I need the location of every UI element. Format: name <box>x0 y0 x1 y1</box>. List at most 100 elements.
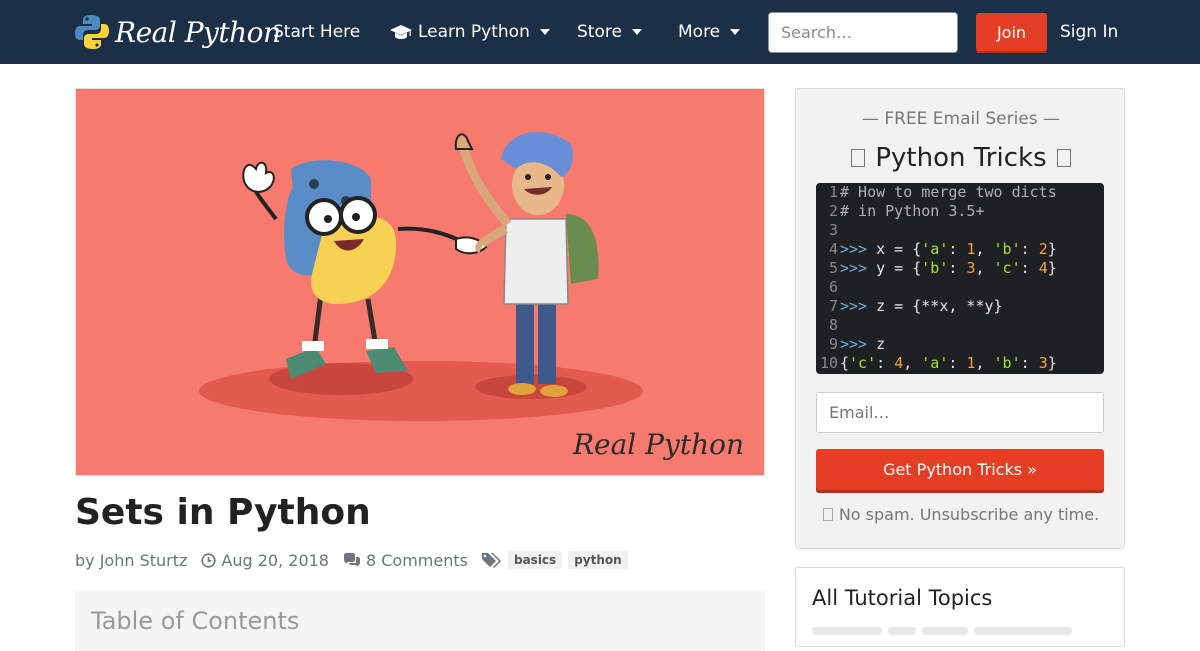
code-token: >>> <box>840 240 877 258</box>
comments-icon <box>343 552 360 567</box>
code-token: 3 <box>966 259 976 277</box>
graduation-cap-icon <box>390 25 412 39</box>
illustration-art <box>199 132 643 421</box>
tag-basics[interactable]: basics <box>507 551 563 569</box>
code-line: 6 <box>816 278 1104 297</box>
series-label: — FREE Email Series — <box>861 109 1061 129</box>
chevron-down-icon <box>730 29 741 35</box>
nav-store[interactable]: Store <box>577 0 642 64</box>
code-token: 'b' <box>993 354 1021 372</box>
toc-title: Table of Contents <box>91 607 300 635</box>
code-token: 1 <box>966 354 976 372</box>
line-number: 2 <box>828 202 838 220</box>
topic-pill[interactable] <box>812 627 882 635</box>
tutorial-topics-box: All Tutorial Topics <box>795 567 1125 647</box>
article-date: Aug 20, 2018 <box>221 550 329 570</box>
nav-start-here[interactable]: Start Here <box>273 0 360 64</box>
article-meta: by John Sturtz Aug 20, 2018 8 Comments b… <box>75 548 628 572</box>
code-token: 4 <box>894 354 904 372</box>
python-mascot <box>242 160 462 379</box>
python-tricks-heading: Python Tricks <box>796 143 1126 173</box>
code-line: 9 >>> z <box>816 335 1104 354</box>
code-token: 'a' <box>921 240 949 258</box>
nav-learn-python[interactable]: Learn Python <box>390 0 550 64</box>
code-token: z = {**x, **y} <box>876 297 1003 315</box>
python-logo-icon <box>75 15 109 49</box>
code-token: 'c' <box>849 354 877 372</box>
tags-icon <box>481 553 501 568</box>
code-line: 3 <box>816 221 1104 240</box>
code-token: : <box>1020 240 1039 258</box>
code-token: 'b' <box>993 240 1021 258</box>
code-token: { <box>840 354 850 372</box>
line-number: 8 <box>828 316 838 334</box>
code-token: : <box>948 259 967 277</box>
code-token: 1 <box>966 240 976 258</box>
article-title: Sets in Python <box>75 492 371 533</box>
get-python-tricks-button[interactable]: Get Python Tricks » <box>816 449 1104 490</box>
missing-glyph-icon <box>1056 149 1071 167</box>
search-input[interactable] <box>768 12 958 53</box>
table-of-contents: Table of Contents <box>75 591 765 651</box>
email-input[interactable] <box>816 392 1104 433</box>
topic-pill[interactable] <box>888 627 916 635</box>
line-number: 3 <box>828 221 838 239</box>
article-author[interactable]: by John Sturtz <box>75 551 187 570</box>
line-number: 4 <box>828 240 838 258</box>
line-number: 9 <box>828 335 838 353</box>
topics-title: All Tutorial Topics <box>812 586 993 610</box>
code-token: # How to merge two dicts <box>840 183 1057 201</box>
code-line: 4 >>> x = {'a': 1, 'b': 2} <box>816 240 1104 259</box>
code-line: 8 <box>816 316 1104 335</box>
chevron-down-icon <box>539 29 550 35</box>
code-token: 'c' <box>993 259 1021 277</box>
line-number: 1 <box>828 183 838 201</box>
code-token: z <box>876 335 886 353</box>
code-token: 'a' <box>921 354 949 372</box>
code-token: : <box>948 354 967 372</box>
code-token: , <box>975 259 994 277</box>
code-token: : <box>1020 259 1039 277</box>
code-line: 10{'c': 4, 'a': 1, 'b': 3} <box>816 354 1104 373</box>
code-token: >>> <box>840 259 877 277</box>
missing-glyph-icon <box>851 149 866 167</box>
hero-illustration: Real Python <box>75 88 765 476</box>
code-token: y = { <box>876 259 922 277</box>
code-token: } <box>1047 354 1057 372</box>
line-number: 10 <box>819 354 838 372</box>
hero-watermark: Real Python <box>572 428 744 461</box>
nav-more[interactable]: More <box>678 0 741 64</box>
code-token: : <box>1020 354 1039 372</box>
tag-python[interactable]: python <box>568 551 628 569</box>
sign-in-link[interactable]: Sign In <box>1060 0 1118 64</box>
nav-more-label: More <box>678 22 721 42</box>
code-token: x = { <box>876 240 922 258</box>
comments-count: 8 Comments <box>365 550 468 570</box>
code-token: : <box>876 354 895 372</box>
topic-pill[interactable] <box>922 627 968 635</box>
join-button[interactable]: Join <box>976 13 1047 51</box>
python-tricks-signup: — FREE Email Series — Python Tricks 1 # H… <box>795 88 1125 549</box>
no-spam-text: No spam. Unsubscribe any time. <box>838 505 1100 524</box>
code-token: , <box>975 240 994 258</box>
code-token: # in Python 3.5+ <box>840 202 985 220</box>
line-number: 6 <box>828 278 838 296</box>
clock-icon <box>201 552 217 568</box>
code-line: 7 >>> z = {**x, **y} <box>816 297 1104 316</box>
chevron-down-icon <box>631 29 642 35</box>
comments-link[interactable]: 8 Comments <box>343 551 468 570</box>
code-token: } <box>1047 240 1057 258</box>
code-token: : <box>948 240 967 258</box>
code-token: >>> <box>840 297 877 315</box>
code-token: 3 <box>1038 354 1048 372</box>
code-line: 1 # How to merge two dicts <box>816 183 1104 202</box>
brand-name: Real Python <box>115 15 281 49</box>
no-spam-note: No spam. Unsubscribe any time. <box>796 505 1126 524</box>
code-token: 'b' <box>921 259 949 277</box>
topic-pill[interactable] <box>974 627 1072 635</box>
brand-logo-link[interactable]: Real Python <box>75 10 281 54</box>
line-number: 7 <box>828 297 838 315</box>
nav-store-label: Store <box>577 22 622 42</box>
code-token: } <box>1047 259 1057 277</box>
python-tricks-title: Python Tricks <box>875 143 1047 173</box>
